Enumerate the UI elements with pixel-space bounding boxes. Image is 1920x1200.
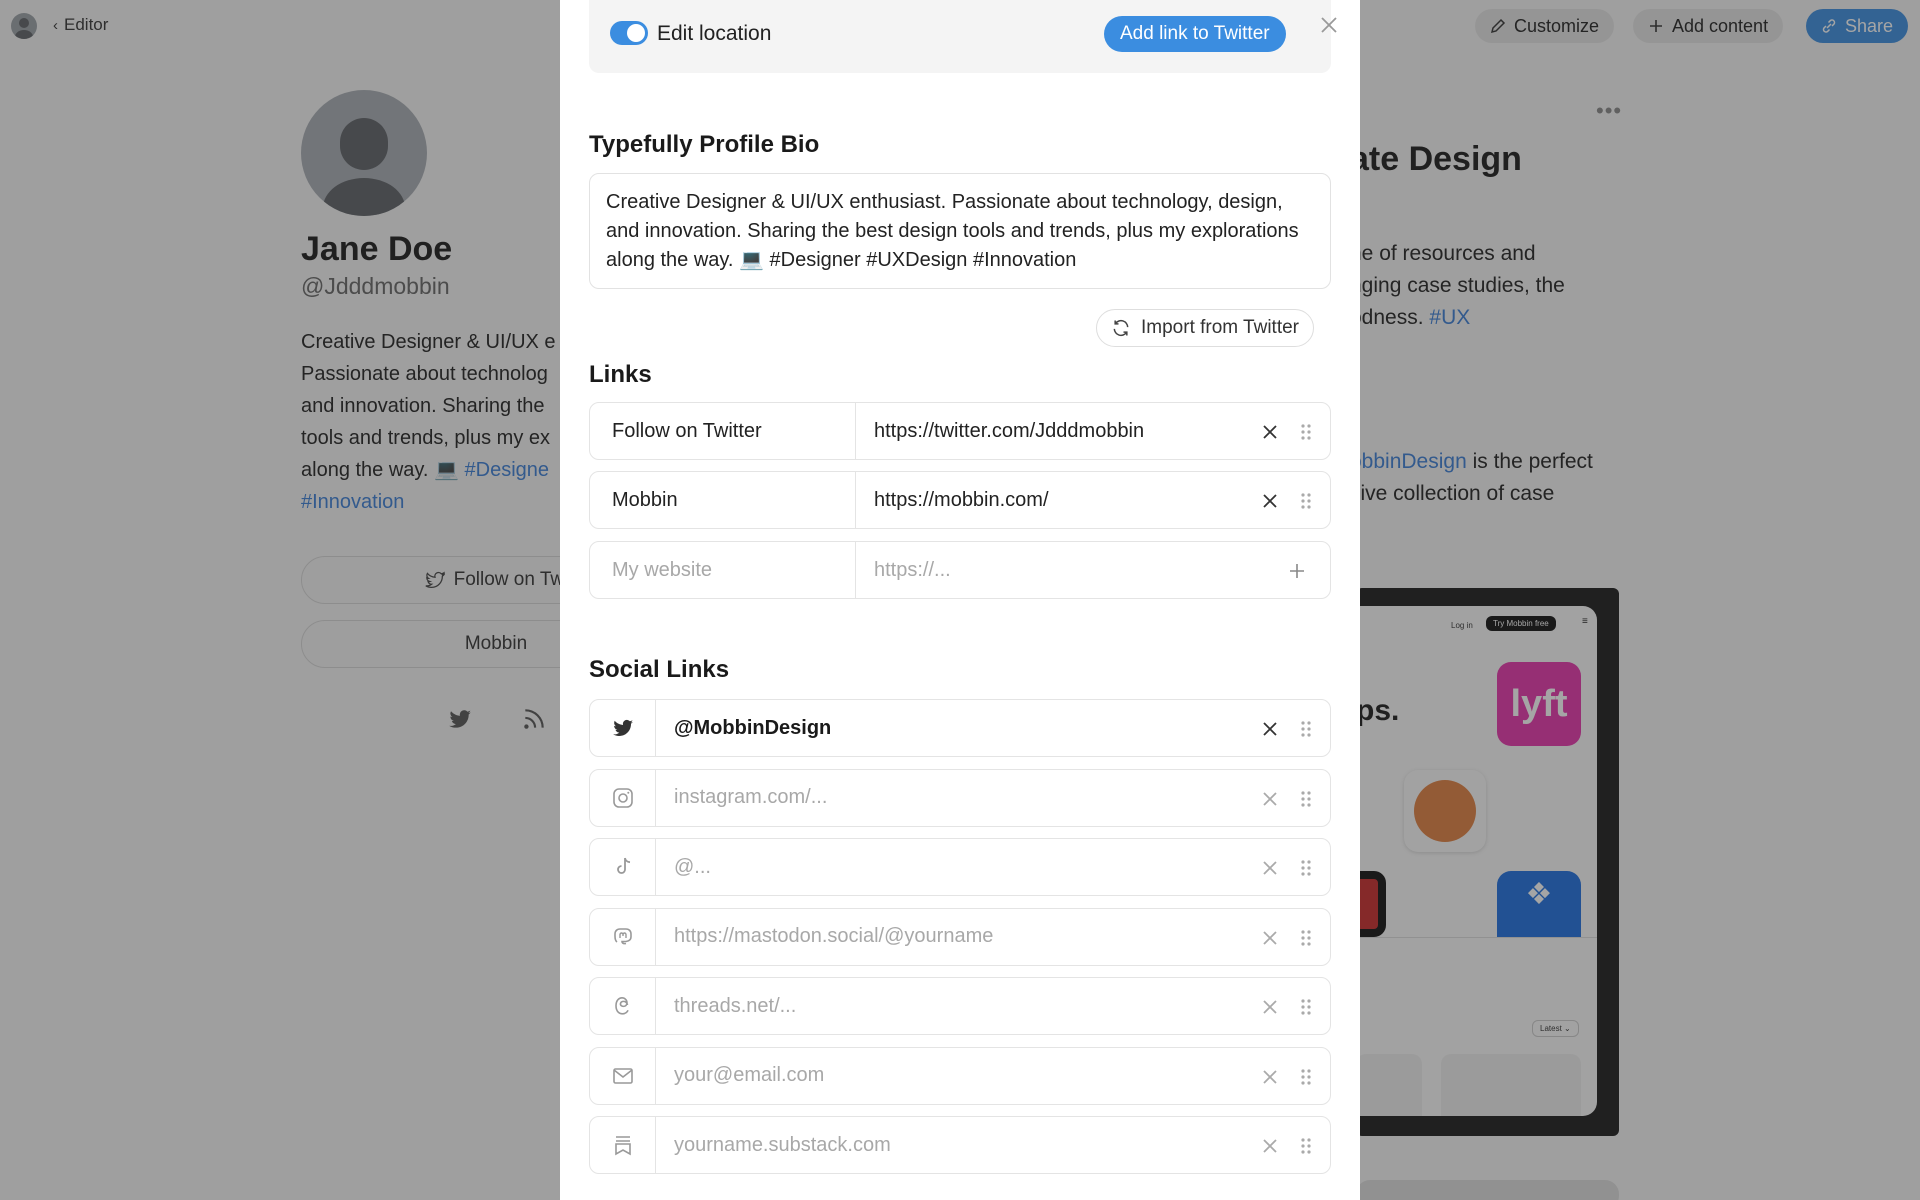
clear-social-link-button[interactable] [1255, 1117, 1285, 1175]
new-link-title-input[interactable]: My website [590, 542, 856, 598]
social-link-input[interactable]: @MobbinDesign [656, 700, 1330, 756]
drag-handle-icon [1301, 1068, 1311, 1085]
drag-handle-icon [1301, 721, 1311, 737]
link-row: Follow on Twitter https://twitter.com/Jd… [589, 402, 1331, 460]
social-link-row: instagram.com/... [589, 768, 1331, 828]
link-title-input[interactable]: Follow on Twitter [590, 403, 856, 459]
drag-handle-icon [1301, 929, 1311, 946]
drag-handle[interactable] [1291, 1048, 1321, 1106]
clear-social-link-button[interactable] [1255, 700, 1285, 758]
drag-handle-icon [1301, 860, 1311, 876]
social-link-input[interactable]: threads.net/... [656, 978, 1330, 1034]
clear-social-link-button[interactable] [1255, 770, 1285, 828]
clear-social-link-button[interactable] [1255, 909, 1285, 967]
clear-social-link-button[interactable] [1255, 839, 1285, 897]
drag-handle[interactable] [1291, 1117, 1321, 1175]
remove-link-button[interactable] [1255, 472, 1285, 530]
social-link-row: @MobbinDesign [589, 699, 1331, 757]
social-link-input[interactable]: https://mastodon.social/@yourname [656, 909, 1330, 965]
add-link-button[interactable] [1282, 542, 1312, 600]
new-link-row: My website https://... [589, 541, 1331, 599]
social-link-row: yourname.substack.com [589, 1116, 1331, 1174]
close-icon [1263, 791, 1277, 806]
drag-handle[interactable] [1291, 770, 1321, 828]
social-link-row: threads.net/... [589, 977, 1331, 1035]
location-toggle[interactable] [610, 21, 648, 45]
twitter-icon [612, 719, 633, 737]
drag-handle[interactable] [1291, 700, 1321, 758]
social-icon-cell [590, 1117, 656, 1173]
close-icon [1263, 930, 1277, 945]
import-button-label: Import from Twitter [1141, 317, 1300, 338]
substack-icon [614, 1136, 631, 1156]
link-row: Mobbin https://mobbin.com/ [589, 471, 1331, 529]
plus-icon [1290, 564, 1304, 578]
drag-handle[interactable] [1291, 472, 1321, 530]
remove-link-button[interactable] [1255, 403, 1285, 461]
link-title-input[interactable]: Mobbin [590, 472, 856, 528]
drag-handle[interactable] [1291, 403, 1321, 461]
social-link-row: https://mastodon.social/@yourname [589, 907, 1331, 967]
social-icon-cell [590, 978, 656, 1034]
edit-profile-modal: Edit location Add link to Twitter Typefu… [560, 0, 1360, 1200]
bio-textarea[interactable]: Creative Designer & UI/UX enthusiast. Pa… [589, 173, 1331, 289]
new-link-url-input[interactable]: https://... [856, 542, 1330, 598]
drag-handle-icon [1301, 999, 1311, 1015]
social-icon-cell [590, 1047, 656, 1104]
clear-social-link-button[interactable] [1255, 1048, 1285, 1106]
drag-handle-icon [1301, 424, 1311, 440]
social-icon-cell [590, 700, 656, 756]
social-link-row: @... [589, 838, 1331, 896]
close-icon [1263, 722, 1277, 736]
close-icon [1263, 861, 1277, 875]
drag-handle[interactable] [1291, 909, 1321, 967]
close-icon [1263, 425, 1277, 439]
close-icon [1263, 494, 1277, 508]
import-from-twitter-button[interactable]: Import from Twitter [1096, 309, 1315, 347]
location-bar: Edit location Add link to Twitter [589, 0, 1331, 73]
social-link-row: your@email.com [589, 1046, 1331, 1106]
drag-handle[interactable] [1291, 839, 1321, 897]
social-link-input[interactable]: yourname.substack.com [656, 1117, 1330, 1173]
close-icon [1263, 1069, 1277, 1084]
add-link-to-twitter-button[interactable]: Add link to Twitter [1104, 16, 1286, 52]
drag-handle-icon [1301, 790, 1311, 807]
threads-icon [614, 996, 629, 1015]
social-link-input[interactable]: your@email.com [656, 1048, 1330, 1104]
social-link-input[interactable]: @... [656, 839, 1330, 895]
social-icon-cell [590, 908, 656, 965]
email-icon [612, 1067, 633, 1084]
drag-handle[interactable] [1291, 978, 1321, 1036]
tiktok-icon [616, 857, 630, 874]
instagram-icon [612, 787, 633, 808]
close-icon [1263, 1139, 1277, 1153]
mastodon-icon [613, 927, 632, 944]
clear-social-link-button[interactable] [1255, 978, 1285, 1036]
close-icon [1263, 1000, 1277, 1014]
close-icon[interactable] [1317, 13, 1341, 37]
social-link-input[interactable]: instagram.com/... [656, 770, 1330, 826]
links-section-title: Links [589, 361, 652, 388]
social-icon-cell [590, 839, 656, 895]
social-icon-cell [590, 769, 656, 826]
location-toggle-label: Edit location [657, 22, 772, 45]
drag-handle-icon [1301, 1138, 1311, 1154]
bio-section-title: Typefully Profile Bio [589, 131, 820, 158]
social-links-section-title: Social Links [589, 656, 730, 683]
drag-handle-icon [1301, 493, 1311, 509]
refresh-icon [1113, 319, 1129, 337]
